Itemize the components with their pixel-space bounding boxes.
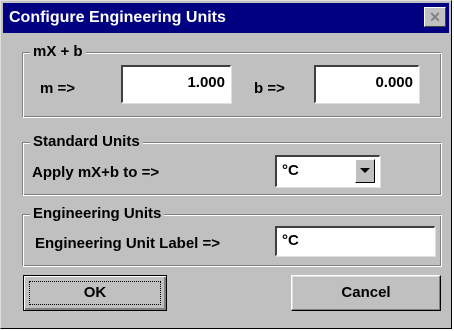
dialog-title: Configure Engineering Units <box>9 9 226 26</box>
standard-unit-value: °C <box>282 162 299 179</box>
close-button[interactable]: ✕ <box>424 7 446 27</box>
b-input[interactable]: 0.000 <box>314 65 419 103</box>
cancel-button[interactable]: Cancel <box>291 275 441 311</box>
engineering-unit-label-input[interactable]: °C <box>275 226 435 256</box>
m-input[interactable]: 1.000 <box>121 65 231 103</box>
engineering-unit-label-label: Engineering Unit Label => <box>35 235 221 252</box>
m-label: m => <box>40 80 76 97</box>
title-bar: Configure Engineering Units ✕ <box>3 3 449 33</box>
ok-button[interactable]: OK <box>23 275 167 311</box>
standard-units-group: Standard Units Apply mX+b to => °C <box>22 133 442 196</box>
standard-units-legend: Standard Units <box>30 133 143 150</box>
engineering-units-group: Engineering Units Engineering Unit Label… <box>22 205 442 267</box>
configure-engineering-units-dialog: Configure Engineering Units ✕ mX + b m =… <box>0 0 452 329</box>
apply-label: Apply mX+b to => <box>32 164 160 181</box>
chevron-down-icon <box>360 168 370 173</box>
cancel-button-label: Cancel <box>341 284 391 301</box>
b-label: b => <box>254 80 285 97</box>
close-icon: ✕ <box>429 9 441 25</box>
focus-rectangle <box>29 281 161 305</box>
mx-plus-b-legend: mX + b <box>30 43 86 60</box>
standard-unit-select[interactable]: °C <box>275 155 380 187</box>
mx-plus-b-group: mX + b m => 1.000 b => 0.000 <box>22 43 442 118</box>
engineering-units-legend: Engineering Units <box>30 205 165 222</box>
standard-unit-dropdown-button[interactable] <box>355 159 375 183</box>
